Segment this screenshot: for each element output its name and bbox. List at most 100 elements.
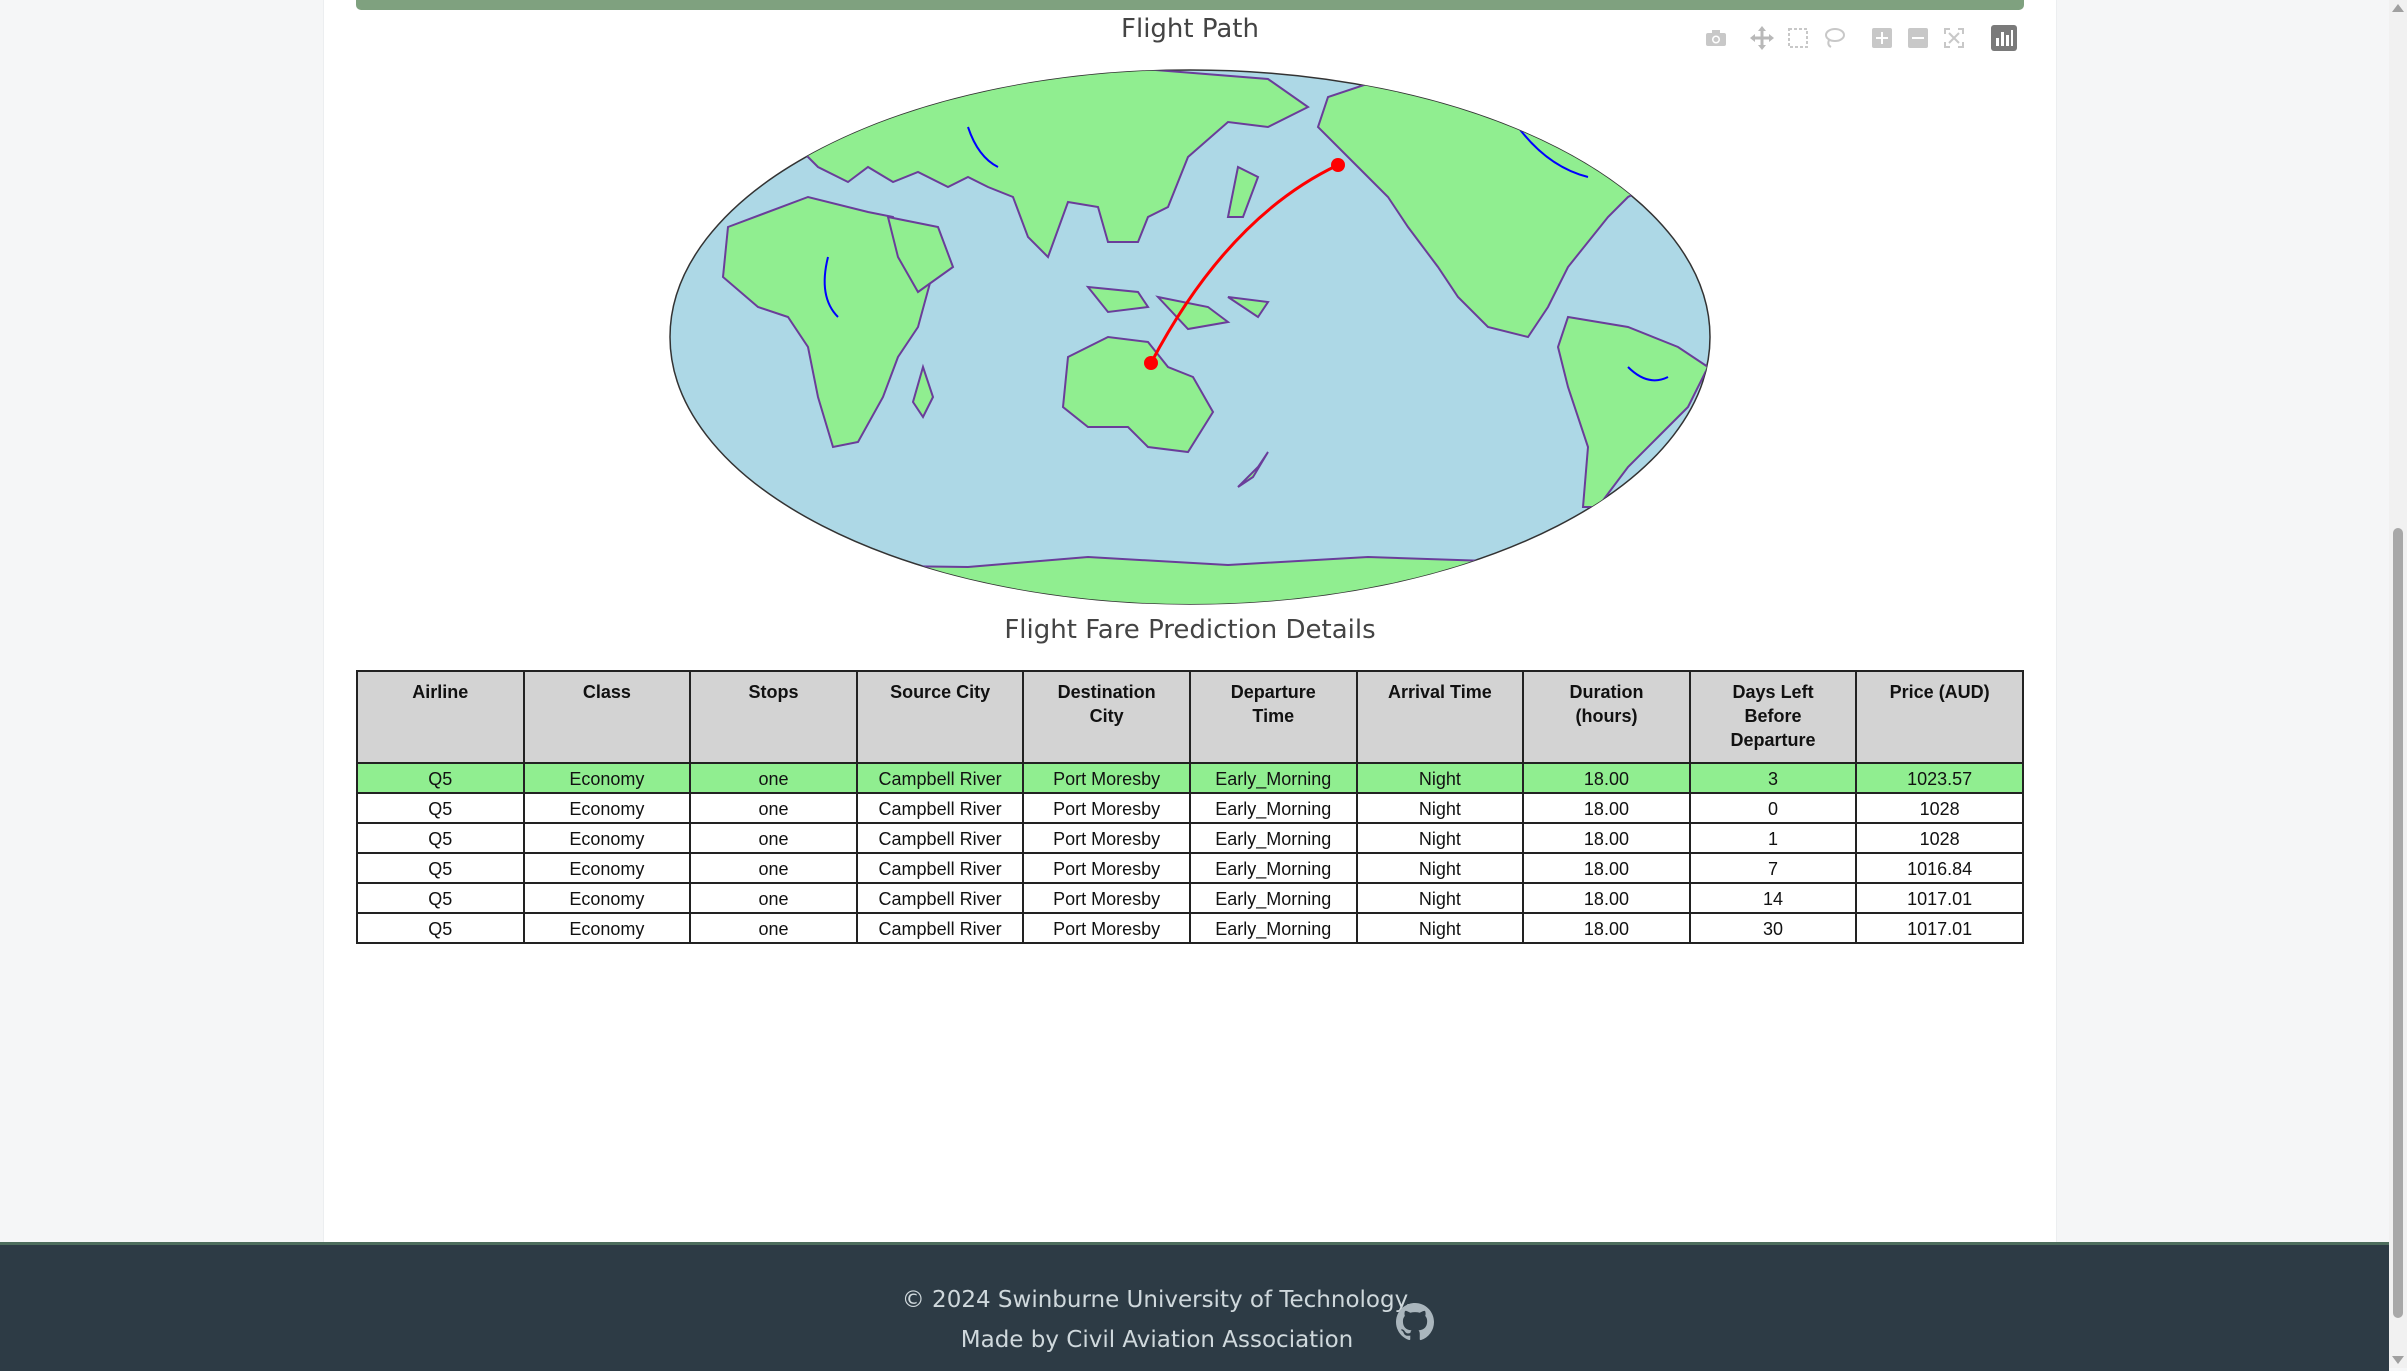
table-title: Flight Fare Prediction Details — [1004, 615, 1376, 645]
cell-days-left: 1 — [1688, 822, 1858, 854]
table-row: Q5 Economy one Campbell River Port Mores… — [356, 882, 2024, 914]
cell-class: Economy — [522, 852, 692, 884]
table-row: Q5 Economy one Campbell River Port Mores… — [356, 822, 2024, 854]
world-map[interactable] — [668, 67, 1712, 607]
cell-arrival-time: Night — [1355, 822, 1525, 854]
camera-icon[interactable] — [1700, 22, 1732, 54]
cell-price: 1017.01 — [1855, 882, 2024, 914]
reset-icon[interactable] — [1938, 22, 1970, 54]
cell-departure-time: Early_Morning — [1188, 792, 1358, 824]
cell-duration: 18.00 — [1522, 822, 1691, 854]
cell-duration: 18.00 — [1522, 882, 1691, 914]
cell-price: 1028 — [1855, 792, 2024, 824]
cell-duration: 18.00 — [1522, 792, 1691, 824]
cell-price: 1028 — [1855, 822, 2024, 854]
cell-destination-city: Port Moresby — [1022, 882, 1191, 914]
cell-class: Economy — [522, 792, 692, 824]
cell-airline: Q5 — [356, 852, 525, 884]
box-select-icon[interactable] — [1782, 22, 1814, 54]
cell-airline: Q5 — [356, 912, 525, 944]
header-source-city: Source City — [855, 670, 1025, 764]
table-header-row: Airline Class Stops Source City Destinat… — [356, 670, 2024, 764]
pan-icon[interactable] — [1746, 22, 1778, 54]
origin-marker — [1331, 158, 1345, 172]
cell-airline: Q5 — [356, 822, 525, 854]
table-row: Q5 Economy one Campbell River Port Mores… — [356, 912, 2024, 944]
cell-stops: one — [689, 852, 858, 884]
cell-arrival-time: Night — [1355, 762, 1525, 794]
github-icon[interactable] — [1396, 1303, 1434, 1341]
lasso-icon[interactable] — [1818, 22, 1850, 54]
zoom-out-icon[interactable] — [1902, 22, 1934, 54]
cell-stops: one — [689, 882, 858, 914]
cell-stops: one — [689, 762, 858, 794]
header-days-left: Days Left Before Departure — [1688, 670, 1858, 764]
cell-class: Economy — [522, 882, 692, 914]
cell-departure-time: Early_Morning — [1188, 912, 1358, 944]
cell-airline: Q5 — [356, 792, 525, 824]
cell-class: Economy — [522, 762, 692, 794]
cell-arrival-time: Night — [1355, 792, 1525, 824]
cell-class: Economy — [522, 912, 692, 944]
cell-airline: Q5 — [356, 762, 525, 794]
cell-days-left: 14 — [1688, 882, 1858, 914]
destination-marker — [1144, 356, 1158, 370]
cell-duration: 18.00 — [1522, 912, 1691, 944]
cell-airline: Q5 — [356, 882, 525, 914]
cell-source-city: Campbell River — [855, 762, 1025, 794]
cell-arrival-time: Night — [1355, 882, 1525, 914]
table-row-highlighted: Q5 Economy one Campbell River Port Mores… — [356, 762, 2024, 794]
cell-days-left: 7 — [1688, 852, 1858, 884]
cell-arrival-time: Night — [1355, 852, 1525, 884]
scroll-up-arrow[interactable] — [2392, 4, 2404, 12]
top-accent-bar — [356, 0, 2024, 10]
scroll-down-arrow[interactable] — [2392, 1356, 2404, 1364]
cell-departure-time: Early_Morning — [1188, 852, 1358, 884]
cell-days-left: 3 — [1688, 762, 1858, 794]
cell-destination-city: Port Moresby — [1022, 792, 1191, 824]
scroll-thumb[interactable] — [2393, 528, 2403, 1318]
cell-source-city: Campbell River — [855, 852, 1025, 884]
cell-departure-time: Early_Morning — [1188, 882, 1358, 914]
cell-days-left: 0 — [1688, 792, 1858, 824]
cell-stops: one — [689, 912, 858, 944]
cell-price: 1017.01 — [1855, 912, 2024, 944]
header-price: Price (AUD) — [1855, 670, 2024, 764]
table-row: Q5 Economy one Campbell River Port Mores… — [356, 792, 2024, 824]
cell-source-city: Campbell River — [855, 822, 1025, 854]
plotly-logo-icon[interactable] — [1988, 22, 2020, 54]
footer-made-by: Made by Civil Aviation Association — [960, 1327, 1354, 1353]
header-arrival-time: Arrival Time — [1355, 670, 1525, 764]
cell-departure-time: Early_Morning — [1188, 762, 1358, 794]
cell-price: 1023.57 — [1855, 762, 2024, 794]
table-row: Q5 Economy one Campbell River Port Mores… — [356, 852, 2024, 884]
header-destination-city: Destination City — [1022, 670, 1191, 764]
zoom-in-icon[interactable] — [1866, 22, 1898, 54]
cell-source-city: Campbell River — [855, 912, 1025, 944]
page-footer: © 2024 Swinburne University of Technolog… — [0, 1242, 2389, 1371]
cell-departure-time: Early_Morning — [1188, 822, 1358, 854]
cell-stops: one — [689, 792, 858, 824]
cell-price: 1016.84 — [1855, 852, 2024, 884]
cell-destination-city: Port Moresby — [1022, 852, 1191, 884]
footer-copyright: © 2024 Swinburne University of Technolog… — [901, 1287, 1413, 1313]
cell-destination-city: Port Moresby — [1022, 822, 1191, 854]
cell-arrival-time: Night — [1355, 912, 1525, 944]
cell-days-left: 30 — [1688, 912, 1858, 944]
header-departure-time: Departure Time — [1188, 670, 1358, 764]
cell-stops: one — [689, 822, 858, 854]
header-airline: Airline — [356, 670, 525, 764]
page-scrollbar[interactable] — [2389, 0, 2407, 1368]
plot-modebar — [1700, 22, 2020, 54]
cell-source-city: Campbell River — [855, 882, 1025, 914]
header-stops: Stops — [689, 670, 858, 764]
fare-table: Airline Class Stops Source City Destinat… — [356, 670, 2024, 944]
cell-source-city: Campbell River — [855, 792, 1025, 824]
cell-destination-city: Port Moresby — [1022, 912, 1191, 944]
header-duration: Duration (hours) — [1522, 670, 1691, 764]
cell-class: Economy — [522, 822, 692, 854]
header-class: Class — [522, 670, 692, 764]
cell-duration: 18.00 — [1522, 852, 1691, 884]
cell-duration: 18.00 — [1522, 762, 1691, 794]
cell-destination-city: Port Moresby — [1022, 762, 1191, 794]
